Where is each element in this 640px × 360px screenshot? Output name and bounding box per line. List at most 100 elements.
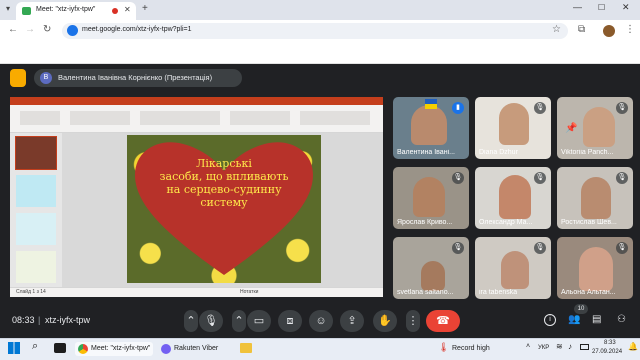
reload-icon[interactable]: ↻: [43, 24, 51, 35]
participant-count-badge: 10: [574, 304, 588, 314]
participant-tile[interactable]: 🎙 Альона Альтан...: [557, 237, 633, 299]
video-options-chevron-icon[interactable]: ⌃: [232, 310, 246, 332]
chat-icon[interactable]: ▤: [592, 314, 601, 325]
present-button[interactable]: ⇪: [340, 310, 364, 332]
more-options-icon[interactable]: ⋮: [406, 310, 420, 332]
input-language[interactable]: УКР: [538, 345, 549, 351]
folder-icon[interactable]: [240, 343, 252, 353]
participant-name: Альона Альтан...: [561, 289, 616, 296]
leave-call-button[interactable]: ☎: [426, 310, 460, 332]
participant-name: svetlana saltano...: [397, 289, 454, 296]
taskbar-chrome-label: Meet: "xtz-iyfx-tpw": [91, 345, 151, 352]
search-icon[interactable]: ⌕: [32, 340, 38, 353]
participant-tile[interactable]: ▮ Валентина Івані...: [393, 97, 469, 159]
participant-name: Ярослав Криво...: [397, 219, 453, 226]
participant-name: Ростислав Шев...: [561, 219, 617, 226]
participant-name: Viktoriia Panch...: [561, 149, 614, 156]
slide-image: Лікарські засоби, що впливають на серцев…: [127, 135, 321, 283]
presenter-label: Валентина Іванівна Корнієнко (Презентаці…: [58, 73, 213, 82]
participant-tile[interactable]: 🎙 Олександр Ма...: [475, 167, 551, 229]
recording-dot-icon: [112, 8, 118, 14]
slides-icon[interactable]: [10, 69, 26, 87]
minimize-icon[interactable]: —: [573, 2, 582, 12]
browser-menu-icon[interactable]: ⋮: [625, 24, 635, 35]
thumbnail-1: [15, 136, 57, 170]
participant-video: [499, 103, 529, 145]
participant-name: ira tabenska: [479, 289, 518, 296]
participant-tile[interactable]: 🎙 Ростислав Шев...: [557, 167, 633, 229]
battery-icon[interactable]: [580, 344, 589, 350]
mic-off-icon: 🎙: [616, 242, 628, 254]
people-icon[interactable]: 👥: [568, 314, 580, 325]
heart-line-4: систему: [200, 196, 248, 209]
pin-icon[interactable]: 📌: [565, 123, 577, 134]
new-tab-button[interactable]: +: [142, 3, 148, 14]
mic-off-icon: 🎙: [616, 102, 628, 114]
meeting-time: 08:33: [12, 315, 35, 325]
participant-tile[interactable]: 🎙 Ярослав Криво...: [393, 167, 469, 229]
ribbon-group: [20, 111, 60, 125]
tray-chevron-icon[interactable]: ˄: [526, 343, 530, 350]
raise-hand-button[interactable]: ✋: [373, 310, 397, 332]
participant-video: [413, 177, 445, 217]
participant-name: Валентина Івані...: [397, 149, 455, 156]
tab-close-icon[interactable]: ✕: [124, 5, 131, 14]
participant-tile[interactable]: 🎙 svetlana saltano...: [393, 237, 469, 299]
taskbar-viber-app[interactable]: Rakuten Viber: [159, 342, 229, 356]
camera-button[interactable]: ▭: [247, 310, 271, 332]
windows-start-icon[interactable]: [8, 342, 20, 354]
weather-icon[interactable]: 🌡: [438, 342, 449, 353]
participant-name: Олександр Ма...: [479, 219, 533, 226]
mic-button[interactable]: 🎙: [199, 310, 223, 332]
participant-video: [583, 107, 615, 147]
mic-off-icon: 🎙: [452, 242, 464, 254]
tab-search-icon[interactable]: ▾: [6, 4, 10, 13]
file-explorer-icon[interactable]: [54, 343, 66, 353]
flag-icon: [425, 99, 437, 109]
participant-video: [499, 175, 531, 219]
mic-off-icon: 🎙: [616, 172, 628, 184]
back-icon[interactable]: ←: [8, 24, 18, 35]
browser-tab[interactable]: Meet: "xtz-iyfx-tpw" ✕: [16, 2, 136, 20]
bookmark-star-icon[interactable]: ☆: [552, 24, 561, 35]
bookmark-bar: [0, 42, 640, 64]
heart-line-1: Лікарські: [196, 157, 252, 170]
separator: |: [38, 315, 41, 325]
site-info-icon[interactable]: [67, 25, 78, 36]
participant-video: [421, 261, 445, 291]
volume-icon[interactable]: ♪: [568, 342, 572, 351]
maximize-icon[interactable]: ☐: [598, 3, 605, 12]
record-high-label[interactable]: Record high: [452, 345, 490, 352]
participant-tile[interactable]: 🎙 📌 Viktoriia Panch...: [557, 97, 633, 159]
viber-icon: [161, 344, 171, 354]
thumbnail-4: [16, 251, 56, 283]
audio-options-chevron-icon[interactable]: ⌃: [184, 310, 198, 332]
meet-favicon: [22, 7, 31, 15]
captions-button[interactable]: ⧈: [278, 310, 302, 332]
mic-off-icon: 🎙: [452, 172, 464, 184]
clock-time[interactable]: 8:33: [604, 340, 616, 346]
ppt-statusbar: Слайд 1 з 14 Нотатки: [10, 287, 383, 297]
url-field[interactable]: meet.google.com/xtz-iyfx-tpw?pli=1 ☆: [62, 23, 568, 39]
url-text: meet.google.com/xtz-iyfx-tpw?pli=1: [82, 26, 192, 33]
heart-line-3: на серцево-судинну: [166, 183, 282, 196]
mic-off-icon: 🎙: [534, 242, 546, 254]
meeting-info-icon[interactable]: i: [544, 314, 556, 326]
participant-name: Diana Dzhur: [479, 149, 518, 156]
emoji-button[interactable]: ☺: [309, 310, 333, 332]
extensions-icon[interactable]: ⧉: [578, 24, 585, 35]
activities-icon[interactable]: ⚇: [617, 314, 626, 325]
ppt-ribbon: [10, 105, 383, 133]
profile-avatar[interactable]: [603, 25, 615, 37]
taskbar-chrome-app[interactable]: Meet: "xtz-iyfx-tpw": [75, 342, 153, 356]
participant-tile[interactable]: 🎙 ira tabenska: [475, 237, 551, 299]
forward-icon[interactable]: →: [25, 24, 35, 35]
wifi-icon[interactable]: ≋: [556, 342, 563, 351]
chrome-icon: [78, 344, 88, 354]
clock-date[interactable]: 27.09.2024: [592, 349, 622, 355]
taskbar-viber-label: Rakuten Viber: [174, 345, 219, 352]
close-window-icon[interactable]: ✕: [622, 2, 630, 13]
notifications-icon[interactable]: 🔔: [628, 342, 638, 351]
slide-counter: Слайд 1 з 14: [16, 289, 46, 295]
participant-tile[interactable]: 🎙 Diana Dzhur: [475, 97, 551, 159]
